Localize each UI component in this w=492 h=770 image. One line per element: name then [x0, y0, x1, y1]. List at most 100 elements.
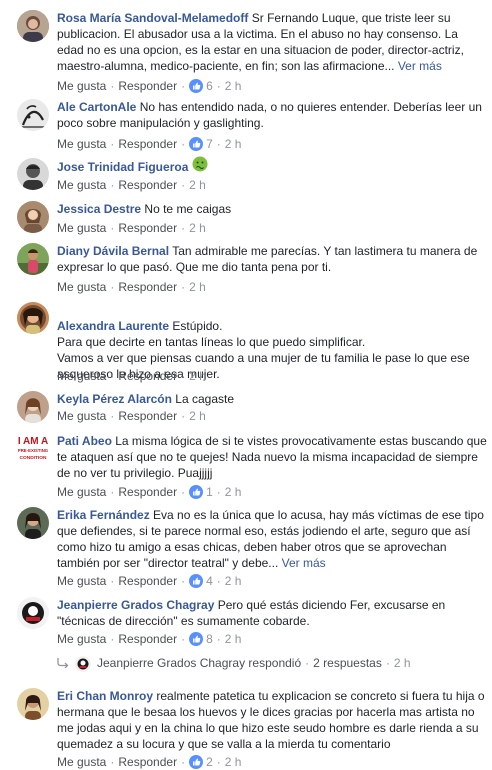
comment-actions: Me gusta · Responder · 2 h: [57, 369, 206, 383]
like-reaction-icon[interactable]: [189, 573, 204, 588]
avatar-text: I AM A: [18, 436, 48, 447]
reaction-count[interactable]: 8: [206, 632, 213, 646]
comment-actions: Me gusta · Responder · 2 h: [57, 221, 206, 235]
reply-button[interactable]: Responder: [118, 280, 177, 294]
comment-actions: Me gusta · Responder · 2 h: [57, 409, 206, 423]
comment-actions: Me gusta · Responder · 2 h: [57, 178, 206, 192]
like-reaction-icon[interactable]: [189, 136, 204, 151]
avatar[interactable]: [17, 99, 49, 131]
reaction-count[interactable]: 1: [206, 485, 213, 499]
comment-body: Jessica Destre No te me caigas: [57, 201, 487, 217]
timestamp[interactable]: 2 h: [189, 221, 206, 235]
like-button[interactable]: Me gusta: [57, 178, 106, 192]
avatar[interactable]: [17, 243, 49, 275]
like-button[interactable]: Me gusta: [57, 409, 106, 423]
comment-body: Jeanpierre Grados Chagray Pero qué estás…: [57, 597, 487, 629]
like-button[interactable]: Me gusta: [57, 280, 106, 294]
avatar[interactable]: I AM A PRE-EXISTING CONDITION: [17, 433, 49, 465]
reply-arrow-icon: [57, 656, 69, 672]
reply-button[interactable]: Responder: [118, 79, 177, 93]
timestamp[interactable]: 2 h: [189, 409, 206, 423]
see-more-link[interactable]: Ver más: [282, 556, 326, 570]
reaction-count[interactable]: 4: [206, 574, 213, 588]
commenter-name[interactable]: Eri Chan Monroy: [57, 689, 153, 703]
like-button[interactable]: Me gusta: [57, 221, 106, 235]
commenter-name[interactable]: Rosa María Sandoval-Melamedoff: [57, 11, 248, 25]
like-button[interactable]: Me gusta: [57, 369, 106, 383]
reply-button[interactable]: Responder: [118, 137, 177, 151]
like-reaction-icon[interactable]: [189, 754, 204, 769]
reply-author: Jeanpierre Grados Chagray: [97, 656, 246, 670]
commenter-name[interactable]: Alexandra Laurente: [57, 319, 169, 333]
reaction-count[interactable]: 7: [206, 137, 213, 151]
comment-text: La misma lógica de si te vistes provocat…: [57, 434, 487, 480]
comment-actions: Me gusta · Responder · 7 · 2 h: [57, 136, 242, 151]
avatar-text: PRE-EXISTING: [18, 448, 49, 453]
avatar[interactable]: [17, 10, 49, 42]
timestamp[interactable]: 2 h: [225, 632, 242, 646]
avatar[interactable]: [17, 391, 49, 423]
comment-actions: Me gusta · Responder · 8 · 2 h: [57, 631, 242, 646]
comment-body: Pati Abeo La misma lógica de si te viste…: [57, 433, 487, 481]
comment-actions: Me gusta · Responder · 2 · 2 h: [57, 754, 242, 769]
reply-button[interactable]: Responder: [118, 485, 177, 499]
view-replies-link[interactable]: Jeanpierre Grados Chagray respondió · 2 re…: [57, 655, 411, 672]
comment-actions: Me gusta · Responder · 1 · 2 h: [57, 484, 242, 499]
commenter-name[interactable]: Keyla Pérez Alarcón: [57, 392, 172, 406]
reply-button[interactable]: Responder: [118, 369, 177, 383]
like-button[interactable]: Me gusta: [57, 485, 106, 499]
comment-text: No te me caigas: [144, 202, 232, 216]
reply-button[interactable]: Responder: [118, 178, 177, 192]
timestamp: 2 h: [393, 656, 411, 670]
timestamp[interactable]: 2 h: [225, 137, 242, 151]
comment-body: Ale CartonAle No has entendido nada, o n…: [57, 99, 487, 131]
like-reaction-icon[interactable]: [189, 78, 204, 93]
timestamp[interactable]: 2 h: [225, 485, 242, 499]
comment-body: Diany Dávila Bernal Tan admirable me par…: [57, 243, 487, 275]
comment-body: Eri Chan Monroy realmente patetica tu ex…: [57, 688, 487, 752]
commenter-name[interactable]: Jose Trinidad Figueroa: [57, 160, 188, 174]
avatar[interactable]: [17, 507, 49, 539]
like-button[interactable]: Me gusta: [57, 79, 106, 93]
nauseated-face-icon: [192, 156, 208, 176]
reaction-count[interactable]: 6: [206, 79, 213, 93]
reply-button[interactable]: Responder: [118, 221, 177, 235]
see-more-link[interactable]: Ver más: [398, 59, 442, 73]
comment-actions: Me gusta · Responder · 4 · 2 h: [57, 573, 242, 588]
comment-actions: Me gusta · Responder · 2 h: [57, 280, 206, 294]
reaction-count[interactable]: 2: [206, 755, 213, 769]
avatar[interactable]: [17, 201, 49, 233]
commenter-name[interactable]: Jessica Destre: [57, 202, 141, 216]
like-reaction-icon[interactable]: [189, 484, 204, 499]
comment-body: Rosa María Sandoval-Melamedoff Sr Fernan…: [57, 10, 487, 74]
timestamp[interactable]: 2 h: [189, 178, 206, 192]
commenter-name[interactable]: Pati Abeo: [57, 434, 112, 448]
like-button[interactable]: Me gusta: [57, 137, 106, 151]
reply-button[interactable]: Responder: [118, 409, 177, 423]
commenter-name[interactable]: Erika Fernández: [57, 508, 150, 522]
like-reaction-icon[interactable]: [189, 631, 204, 646]
timestamp[interactable]: 2 h: [225, 79, 242, 93]
avatar: [75, 655, 91, 672]
like-button[interactable]: Me gusta: [57, 632, 106, 646]
reply-count: 2 respuestas: [313, 656, 382, 670]
reply-button[interactable]: Responder: [118, 632, 177, 646]
commenter-name[interactable]: Jeanpierre Grados Chagray: [57, 598, 214, 612]
comment-body: Erika Fernández Eva no es la única que l…: [57, 507, 487, 571]
reply-button[interactable]: Responder: [118, 574, 177, 588]
timestamp[interactable]: 2 h: [189, 280, 206, 294]
timestamp[interactable]: 2 h: [189, 369, 206, 383]
commenter-name[interactable]: Ale CartonAle: [57, 100, 136, 114]
timestamp[interactable]: 2 h: [225, 755, 242, 769]
avatar[interactable]: [17, 597, 49, 629]
timestamp[interactable]: 2 h: [225, 574, 242, 588]
reply-action: respondió: [248, 656, 302, 670]
avatar[interactable]: [17, 158, 49, 190]
avatar[interactable]: [17, 688, 49, 720]
reply-button[interactable]: Responder: [118, 755, 177, 769]
avatar[interactable]: [17, 302, 49, 334]
comment-actions: Me gusta · Responder · 6 · 2 h: [57, 78, 242, 93]
like-button[interactable]: Me gusta: [57, 755, 106, 769]
commenter-name[interactable]: Diany Dávila Bernal: [57, 244, 169, 258]
like-button[interactable]: Me gusta: [57, 574, 106, 588]
